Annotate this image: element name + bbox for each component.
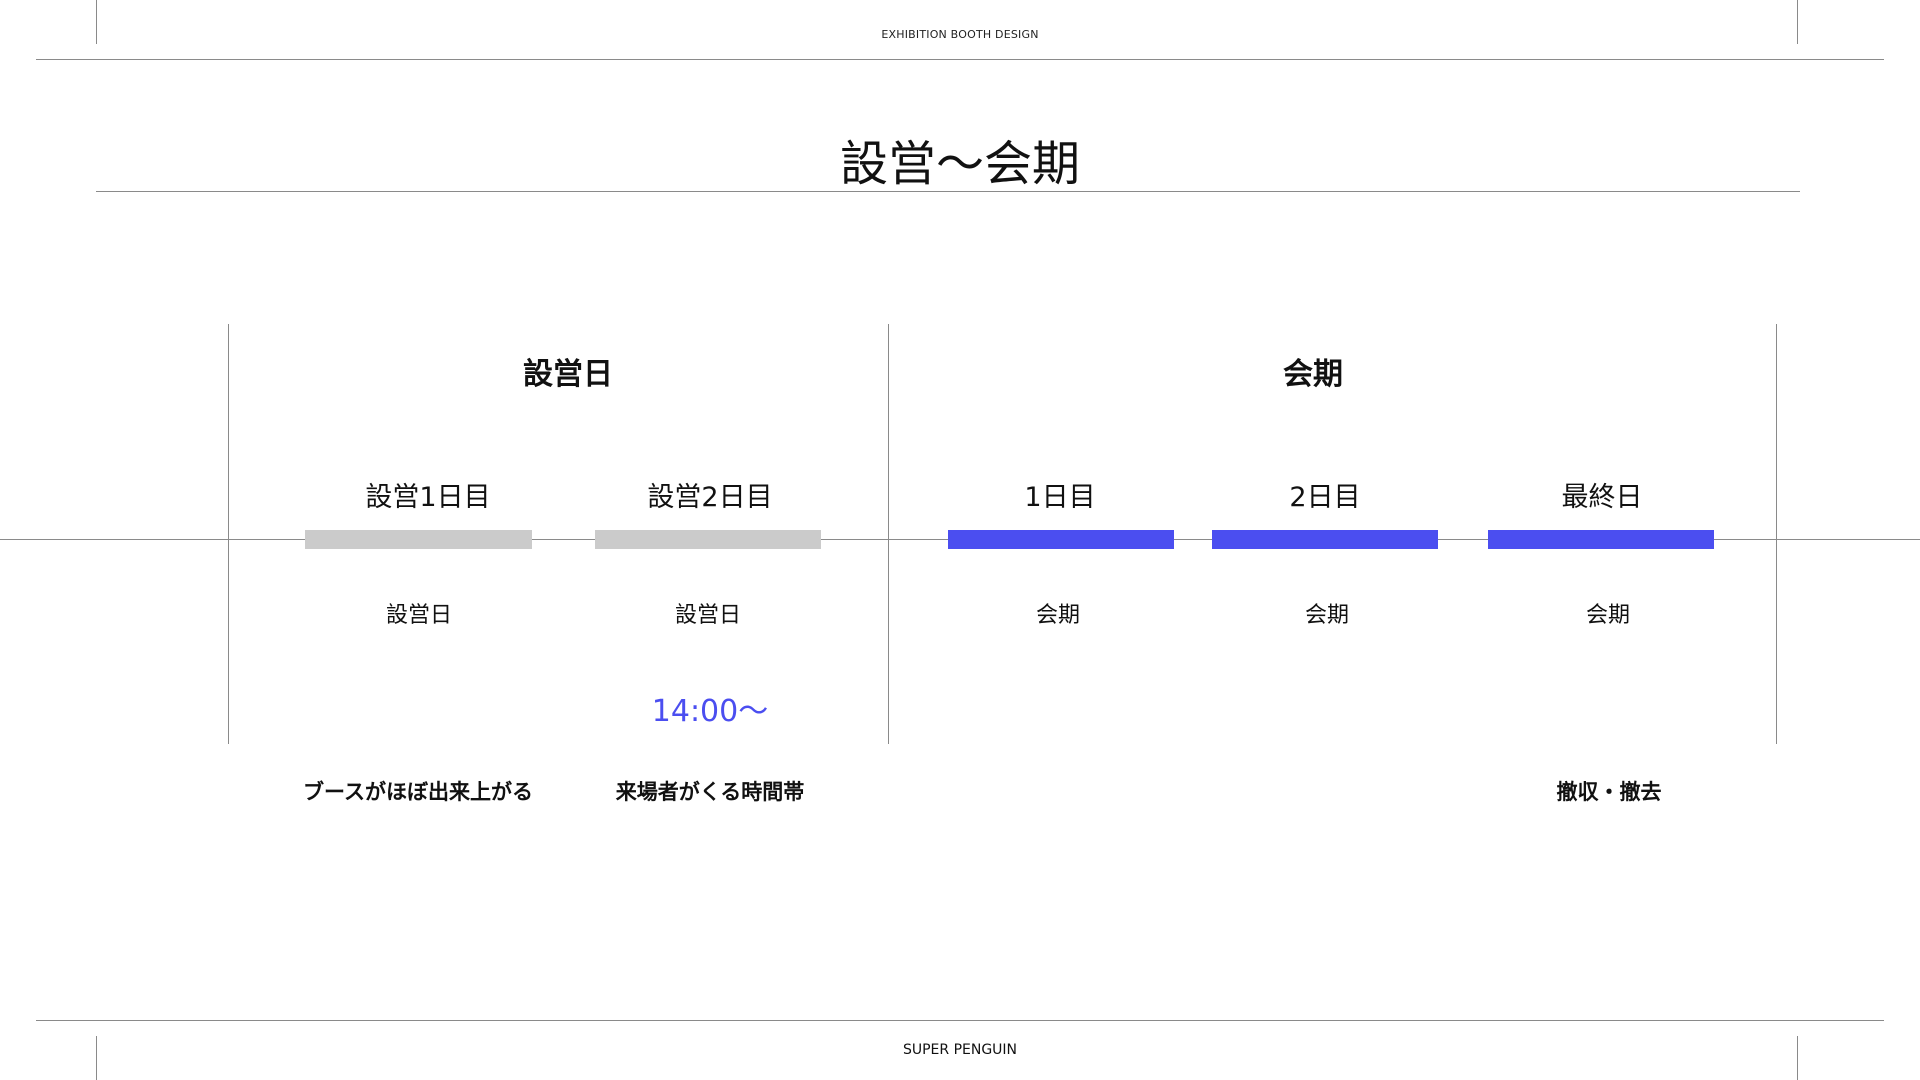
day-bar-final [1488, 530, 1714, 549]
title-underline [96, 191, 1800, 192]
frame-corner-top-right [1797, 0, 1798, 44]
note-setup-2: 来場者がくる時間帯 [615, 780, 805, 804]
header-rule [36, 59, 1884, 60]
day-label-final: 最終日 [1561, 482, 1643, 513]
frame-corner-bottom-left [96, 1036, 97, 1080]
day-bar-setup-2 [595, 530, 821, 549]
page-title: 設営〜会期 [839, 136, 1080, 192]
frame-corner-bottom-right [1797, 1036, 1798, 1080]
section-title-exhibition: 会期 [1283, 357, 1343, 392]
day-bar-setup-1 [305, 530, 532, 549]
phase-label-exhibition-1: 会期 [1035, 603, 1080, 628]
day-bar-exhibition-2 [1212, 530, 1438, 549]
section-title-setup: 設営日 [523, 357, 613, 392]
day-label-exhibition-1: 1日目 [1024, 482, 1096, 513]
note-setup-1: ブースがほぼ出来上がる [303, 780, 533, 804]
phase-label-exhibition-2: 会期 [1304, 603, 1349, 628]
day-bar-exhibition-1 [948, 530, 1174, 549]
day-label-setup-2: 設営2日目 [647, 482, 773, 513]
note-final: 撤収・撤去 [1556, 780, 1662, 804]
time-label-setup-2: 14:00〜 [651, 694, 769, 729]
timeline-divider-end [1776, 324, 1777, 744]
header-label: EXHIBITION BOOTH DESIGN [881, 28, 1039, 41]
frame-corner-top-left [96, 0, 97, 44]
footer-rule [36, 1020, 1884, 1021]
phase-label-final: 会期 [1585, 603, 1630, 628]
footer-label: SUPER PENGUIN [902, 1042, 1018, 1058]
phase-label-setup-1: 設営日 [385, 603, 452, 628]
timeline-divider-start [228, 324, 229, 744]
day-label-exhibition-2: 2日目 [1289, 482, 1361, 513]
day-label-setup-1: 設営1日目 [365, 482, 491, 513]
phase-label-setup-2: 設営日 [674, 603, 741, 628]
timeline-divider-middle [888, 324, 889, 744]
